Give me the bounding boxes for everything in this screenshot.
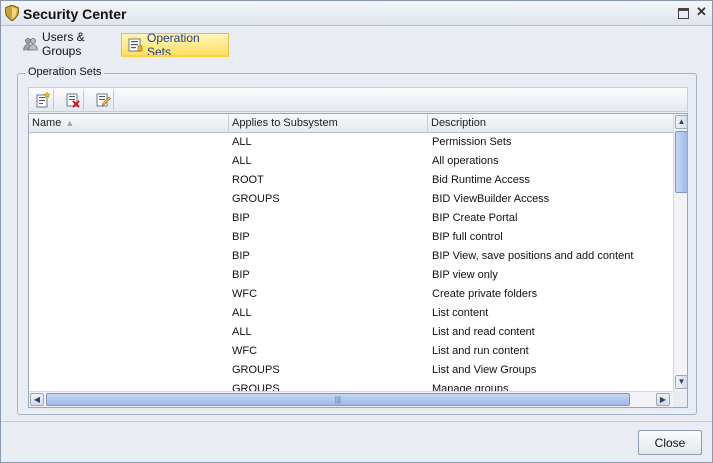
table-row[interactable]: BIPViewAndPersonalizeBIPBIP View, save p… <box>29 247 673 266</box>
column-header-description[interactable]: Description <box>428 114 673 133</box>
table-row[interactable]: ⊟PSETSALLPermission Sets <box>29 133 673 152</box>
close-button[interactable]: Close <box>638 430 702 455</box>
tab-users-groups-label: Users & Groups <box>42 30 85 58</box>
edit-operation-set-icon <box>96 93 111 107</box>
horizontal-scroll-thumb[interactable]: ||| <box>46 393 630 406</box>
row-subsystem: ROOT <box>232 174 264 186</box>
title-bar[interactable]: Security Center ✕ <box>1 1 712 26</box>
scroll-up-button[interactable]: ▲ <box>675 115 687 129</box>
row-description: List and run content <box>432 345 529 357</box>
vertical-scrollbar[interactable]: ▲ ▼ <box>673 114 687 391</box>
table-row[interactable]: ListALLList content <box>29 304 673 323</box>
table-body: ⊟PSETSALLPermission SetsALLALLAll operat… <box>29 133 673 391</box>
column-header-subsystem-label: Applies to Subsystem <box>232 117 338 129</box>
scroll-left-button[interactable]: ◀ <box>30 393 44 406</box>
row-description: Create private folders <box>432 288 538 300</box>
row-subsystem: WFC <box>232 345 258 357</box>
footer-divider <box>1 421 712 422</box>
sort-ascending-icon: ▲ <box>65 118 75 128</box>
table-row[interactable]: ListAndReadALLList and read content <box>29 323 673 342</box>
table-row[interactable]: BIPFullControlBIPBIP full control <box>29 228 673 247</box>
row-description: Manage groups <box>432 383 509 391</box>
table-row[interactable]: BIPCreatePortalBIPBIP Create Portal <box>29 209 673 228</box>
row-subsystem: ALL <box>232 326 252 338</box>
row-description: Permission Sets <box>432 136 512 148</box>
row-description: All operations <box>432 155 499 167</box>
edit-operation-set-button[interactable] <box>92 90 114 110</box>
row-subsystem: WFC <box>232 288 258 300</box>
row-description: Bid Runtime Access <box>432 174 530 186</box>
row-subsystem: ALL <box>232 307 252 319</box>
row-description: BID ViewBuilder Access <box>432 193 550 205</box>
row-description: BIP full control <box>432 231 503 243</box>
column-header-name[interactable]: Name ▲ <box>29 114 229 133</box>
column-header-description-label: Description <box>431 117 487 129</box>
new-operation-set-button[interactable] <box>32 90 54 110</box>
table-row[interactable]: BIDViewBuilderGROUPSBID ViewBuilder Acce… <box>29 190 673 209</box>
row-description: List and View Groups <box>432 364 537 376</box>
row-subsystem: BIP <box>232 269 250 281</box>
row-subsystem: GROUPS <box>232 364 280 376</box>
scroll-corner <box>673 391 687 407</box>
table-header: Name ▲ Applies to Subsystem Description <box>29 114 673 133</box>
row-description: BIP view only <box>432 269 498 281</box>
scroll-right-button[interactable]: ▶ <box>656 393 670 406</box>
new-operation-set-icon <box>36 92 50 108</box>
maximize-button[interactable] <box>678 8 689 19</box>
column-header-name-label: Name <box>32 117 62 129</box>
operation-sets-table: Name▲ Applies to Subsystem Description ⊟… <box>28 113 688 408</box>
row-subsystem: ALL <box>232 136 252 148</box>
operation-sets-icon <box>128 38 143 51</box>
users-icon <box>23 38 38 51</box>
row-subsystem: GROUPS <box>232 383 280 391</box>
tab-operation-sets[interactable]: Operation Sets <box>121 31 229 59</box>
table-row[interactable]: BidRunTimeAccessROOTBid Runtime Access <box>29 171 673 190</box>
row-description: List and read content <box>432 326 535 338</box>
row-subsystem: ALL <box>232 155 252 167</box>
row-description: List content <box>432 307 489 319</box>
vertical-scroll-thumb[interactable] <box>675 131 687 193</box>
delete-operation-set-icon <box>66 93 80 108</box>
security-center-window: Security Center ✕ Users & Groups Operati… <box>0 0 713 463</box>
scroll-down-button[interactable]: ▼ <box>675 375 687 389</box>
shield-icon <box>5 5 19 21</box>
table-row[interactable]: ManageGroupsGROUPSManage groups <box>29 380 673 391</box>
delete-operation-set-button[interactable] <box>62 90 84 110</box>
group-legend: Operation Sets <box>25 66 105 78</box>
toolbar <box>28 87 688 112</box>
tab-users-groups[interactable]: Users & Groups <box>17 30 119 58</box>
table-row[interactable]: ListAndRunWFCList and run content <box>29 342 673 361</box>
table-row[interactable]: CreatePrivateFolderWFCCreate private fol… <box>29 285 673 304</box>
column-header-subsystem[interactable]: Applies to Subsystem <box>229 114 428 133</box>
table-row[interactable]: ALLALLAll operations <box>29 152 673 171</box>
row-subsystem: BIP <box>232 212 250 224</box>
window-title: Security Center <box>23 6 127 22</box>
row-subsystem: BIP <box>232 231 250 243</box>
row-description: BIP Create Portal <box>432 212 518 224</box>
table-row[interactable]: ListandViewGroupsGROUPSList and View Gro… <box>29 361 673 380</box>
row-subsystem: BIP <box>232 250 250 262</box>
close-window-button[interactable]: ✕ <box>696 5 707 18</box>
active-tab-indicator <box>121 55 229 57</box>
horizontal-scrollbar[interactable]: ◀ ||| ▶ <box>29 391 673 407</box>
row-description: BIP View, save positions and add content <box>432 250 634 262</box>
table-row[interactable]: BIPViewOnlyBIPBIP view only <box>29 266 673 285</box>
row-subsystem: GROUPS <box>232 193 280 205</box>
